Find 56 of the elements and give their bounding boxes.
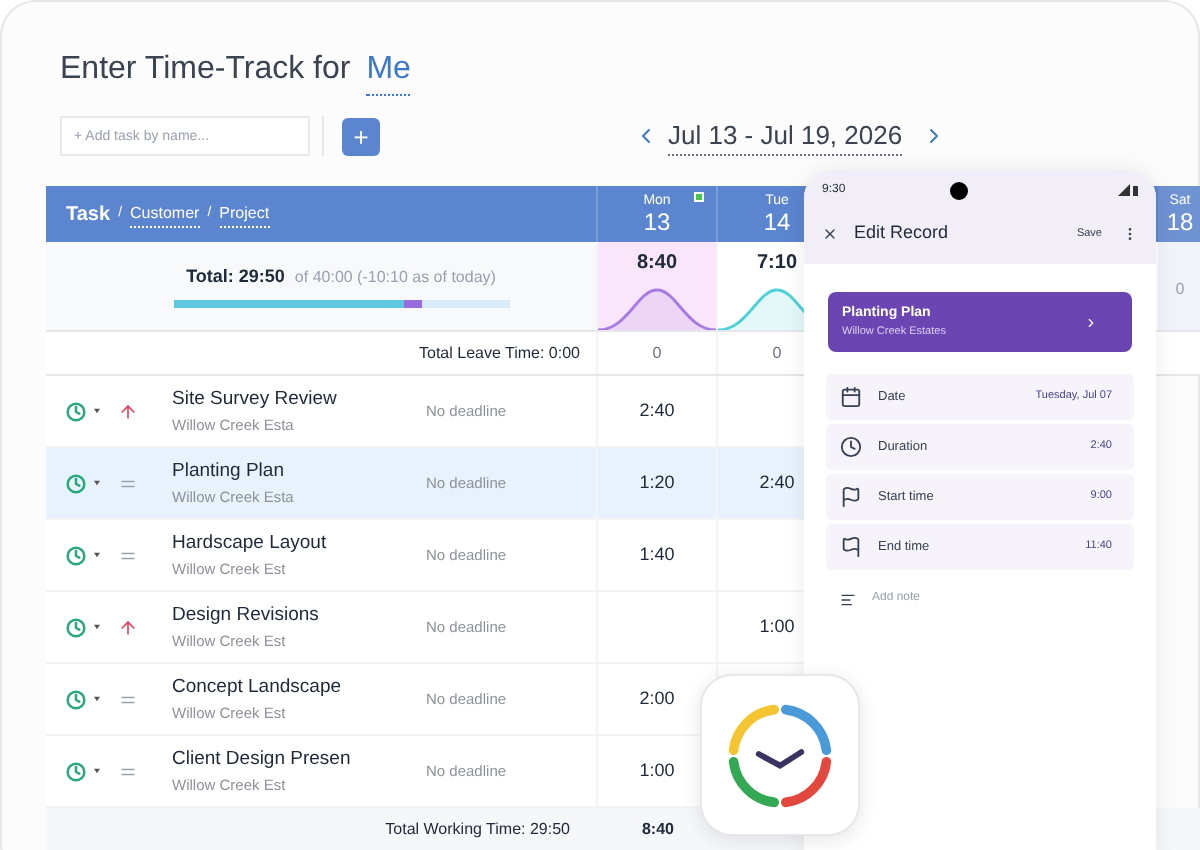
clock-icon <box>840 436 862 458</box>
leave-cell: 0 <box>652 341 662 365</box>
calendar-icon <box>840 386 862 408</box>
status-icon[interactable] <box>66 689 86 709</box>
status-icon[interactable] <box>66 545 86 565</box>
task-header: Task <box>66 201 111 229</box>
working-total: Total Working Time: 29:50 <box>385 818 570 842</box>
leave-total: Total Leave Time: 0:00 <box>419 341 580 365</box>
user-link[interactable]: Me <box>366 46 411 96</box>
task-name: Hardscape Layout <box>172 529 329 558</box>
camera-hole <box>949 181 968 199</box>
task-name: Site Survey Review <box>172 385 339 414</box>
status-icon[interactable] <box>66 761 86 781</box>
hours-cell[interactable]: 2:00 <box>639 685 675 713</box>
flag-icon <box>840 486 862 508</box>
caret-icon[interactable] <box>94 768 100 774</box>
caret-icon[interactable] <box>94 408 100 414</box>
hours-cell[interactable]: 2:40 <box>639 397 675 425</box>
signal-icon <box>1118 184 1138 196</box>
task-name: Planting Plan <box>172 457 286 486</box>
caret-icon[interactable] <box>94 480 100 486</box>
add-button[interactable]: + <box>342 117 380 155</box>
task-name: Concept Landscape <box>172 673 344 702</box>
status-icon[interactable] <box>66 473 86 493</box>
hours-cell[interactable]: 2:40 <box>759 469 795 497</box>
total-label: Total: 29:50 <box>186 263 285 290</box>
day-number: 14 <box>763 210 791 234</box>
day-total: 0 <box>1175 278 1185 302</box>
hours-cell[interactable]: 1:00 <box>759 613 795 641</box>
customer-header[interactable]: Customer <box>130 201 200 227</box>
caret-icon[interactable] <box>94 696 100 702</box>
chevron-icon <box>1084 315 1098 329</box>
project-header[interactable]: Project <box>219 201 270 227</box>
day-total: 8:40 <box>636 250 677 278</box>
day-total: 7:10 <box>756 250 797 278</box>
hours-cell[interactable]: 1:40 <box>639 541 675 569</box>
date-range[interactable]: Jul 13 - Jul 19, 2026 <box>668 115 903 157</box>
hours-cell[interactable]: 1:20 <box>639 469 675 497</box>
status-icon[interactable] <box>66 617 86 637</box>
hours-cell[interactable]: 1:00 <box>639 757 675 785</box>
task-name: Client Design Presen <box>172 745 353 774</box>
caret-icon[interactable] <box>94 552 100 558</box>
today-indicator <box>694 192 704 202</box>
day-number: 18 <box>1166 210 1194 234</box>
caret-icon[interactable] <box>94 624 100 630</box>
close-icon[interactable] <box>822 226 838 242</box>
page-title: Enter Time-Track for <box>60 50 351 90</box>
note-icon <box>840 591 856 607</box>
task-name: Design Revisions <box>172 601 321 630</box>
screen-title: Edit Record <box>854 220 949 247</box>
quota-text: of 40:00 (-10:10 as of today) <box>294 265 496 290</box>
day-number: 13 <box>643 210 671 234</box>
status-icon[interactable] <box>66 401 86 421</box>
flag-icon <box>840 536 862 558</box>
day-working-total: 8:40 <box>641 818 674 842</box>
leave-cell: 0 <box>772 341 782 365</box>
